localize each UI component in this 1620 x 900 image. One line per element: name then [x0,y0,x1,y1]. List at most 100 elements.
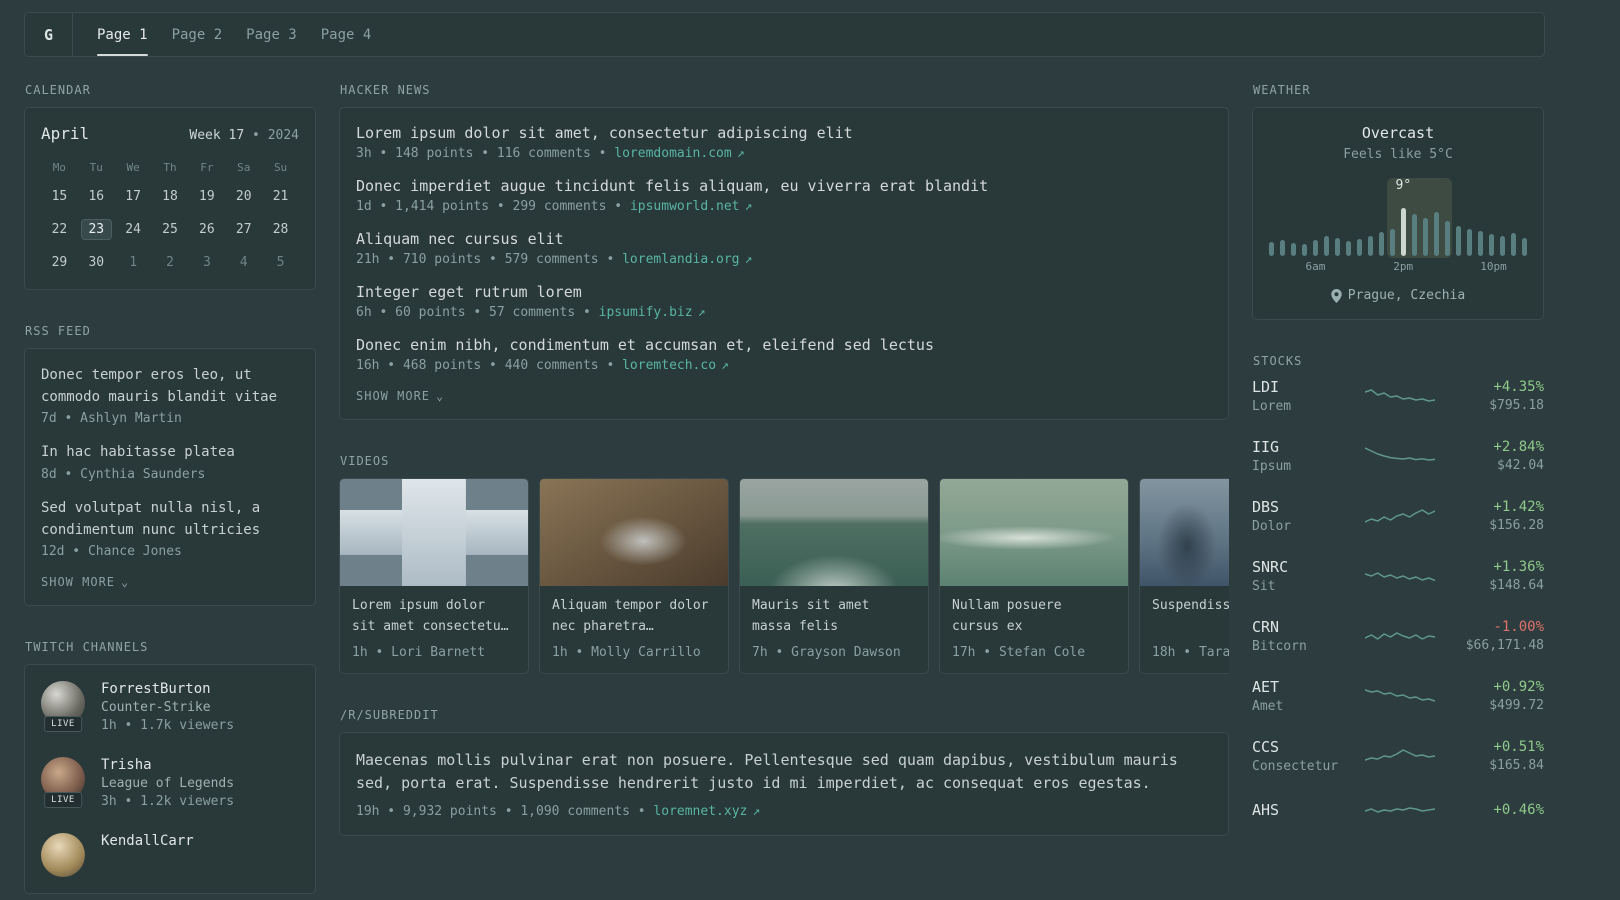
twitch-channel-name: ForrestBurton [101,681,211,698]
hn-item-domain-link[interactable]: loremtech.co [622,358,716,373]
stock-id: AET Amet [1252,678,1352,714]
hn-item-title[interactable]: Donec imperdiet augue tincidunt felis al… [356,177,1212,195]
weather-bar [1335,238,1340,256]
video-title[interactable]: Lorem ipsum dolor sit amet consectetu… [340,586,528,638]
video-card[interactable]: Lorem ipsum dolor sit amet consectetu… 1… [339,478,529,674]
hn-item-domain-link[interactable]: ipsumworld.net [630,199,740,214]
tab-page-4[interactable]: Page 4 [321,13,372,56]
stock-name: Lorem [1252,399,1292,414]
subreddit-post-text[interactable]: Maecenas mollis pulvinar erat non posuer… [356,749,1212,796]
rss-item-headline[interactable]: In hac habitasse platea [41,442,299,464]
stock-symbol: LDI [1252,378,1280,396]
tab-page-2[interactable]: Page 2 [172,13,223,56]
hn-item-domain-link[interactable]: loremdomain.com [614,146,731,161]
calendar-day: 28 [272,222,289,237]
video-title[interactable]: Aliquam tempor dolor nec pharetra… [540,586,728,638]
stock-change: +1.36% [1493,559,1544,575]
stock-sparkline [1352,623,1448,649]
video-title[interactable]: Suspendisse diam [1140,586,1229,638]
twitch-channel[interactable]: LIVE ForrestBurton Counter-Strike 1h • 1… [41,681,299,733]
twitch-channel[interactable]: KendallCarr [41,833,299,878]
video-thumbnail[interactable] [340,479,528,586]
hn-item-title[interactable]: Lorem ipsum dolor sit amet, consectetur … [356,124,1212,142]
rss-item-headline[interactable]: Sed volutpat nulla nisl, a condimentum n… [41,498,299,541]
stock-name: Bitcorn [1252,639,1307,654]
twitch-widget: TWITCH CHANNELS LIVE ForrestBurton Count… [24,640,316,895]
weather-bar-current [1401,208,1406,256]
app-logo[interactable]: G [25,13,73,56]
stock-price: $66,171.48 [1465,638,1544,653]
hn-item-title[interactable]: Integer eget rutrum lorem [356,283,1212,301]
video-thumbnail[interactable] [1140,479,1229,586]
calendar-month: April [41,124,90,143]
weather-bar [1456,226,1461,256]
weather-bar [1313,240,1318,256]
subreddit-post: Maecenas mollis pulvinar erat non posuer… [356,749,1212,819]
video-card[interactable]: Aliquam tempor dolor nec pharetra… 1h • … [539,478,729,674]
calendar-widget: CALENDAR April Week 17 • 2024 Mo Tu We T… [24,83,316,290]
hn-item-domain-link[interactable]: loremlandia.org [622,252,739,267]
stock-symbol: AET [1252,678,1280,696]
rss-item-headline[interactable]: Donec tempor eros leo, ut commodo mauris… [41,365,299,408]
twitch-channel-game: Counter-Strike [101,700,211,716]
stock-symbol: DBS [1252,498,1280,516]
stocks-widget-title: STOCKS [1253,354,1303,368]
weather-bar [1522,238,1527,256]
calendar-day: 16 [88,189,105,204]
hn-item-title[interactable]: Aliquam nec cursus elit [356,230,1212,248]
stock-name: Ipsum [1252,459,1292,474]
video-thumbnail[interactable] [740,479,928,586]
tab-page-1[interactable]: Page 1 [97,13,148,56]
stock-name: Sit [1252,579,1276,594]
video-card[interactable]: Nullam posuere cursus ex 17h • Stefan Co… [939,478,1129,674]
external-link-icon: ↗ [721,358,729,373]
dashboard-columns: CALENDAR April Week 17 • 2024 Mo Tu We T… [24,83,1545,900]
hackernews-widget-title: HACKER NEWS [340,83,431,97]
weather-bar [1291,243,1296,256]
hn-item-meta-text: 6h • 60 points • 57 comments • [356,305,591,320]
video-title[interactable]: Mauris sit amet massa felis [740,586,928,638]
weather-feels-like: Feels like 5°C [1343,147,1453,162]
calendar-day: 18 [162,189,178,204]
rss-item: Sed volutpat nulla nisl, a condimentum n… [41,498,299,559]
hn-show-more-button[interactable]: SHOW MORE ⌄ [356,389,1212,403]
calendar-day-selected: 23 [80,219,112,240]
stock-values: +0.46% [1448,802,1544,821]
calendar-day: 24 [125,222,141,237]
middle-column: HACKER NEWS Lorem ipsum dolor sit amet, … [339,83,1229,900]
twitch-channel[interactable]: LIVE Trisha League of Legends 3h • 1.2k … [41,757,299,809]
calendar-week-year: Week 17 • 2024 [189,128,299,143]
weather-time-label: 2pm [1393,260,1414,273]
weather-bar [1357,239,1362,256]
video-meta: 17h • Stefan Cole [952,645,1086,660]
video-card[interactable]: Mauris sit amet massa felis 7h • Grayson… [739,478,929,674]
hn-item-domain-link[interactable]: ipsumify.biz [599,305,693,320]
chevron-down-icon: ⌄ [436,389,445,403]
hn-item-title[interactable]: Donec enim nibh, condimentum et accumsan… [356,336,1212,354]
calendar-day: 21 [272,189,289,204]
avatar [41,833,85,878]
video-thumbnail[interactable] [540,479,728,586]
video-title[interactable]: Nullam posuere cursus ex [940,586,1128,638]
twitch-card: LIVE ForrestBurton Counter-Strike 1h • 1… [24,664,316,895]
stock-row: DBS Dolor +1.42% $156.28 [1252,498,1544,534]
video-thumbnail[interactable] [940,479,1128,586]
weather-bar [1390,229,1395,256]
calendar-widget-title: CALENDAR [25,83,91,97]
subreddit-domain-link[interactable]: loremnet.xyz [653,804,747,819]
stock-change: +1.42% [1493,499,1544,515]
stock-row: CCS Consectetur +0.51% $165.84 [1252,738,1544,774]
video-meta: 1h • Molly Carrillo [552,645,701,660]
video-card[interactable]: Suspendisse diam 18h • Tara [1139,478,1229,674]
rss-show-more-button[interactable]: SHOW MORE ⌄ [41,575,299,589]
hackernews-widget: HACKER NEWS Lorem ipsum dolor sit amet, … [339,83,1229,420]
calendar-card: April Week 17 • 2024 Mo Tu We Th Fr Sa S… [24,107,316,290]
weather-bar [1445,221,1450,256]
stock-id: IIG Ipsum [1252,438,1352,474]
twitch-channel-info: Trisha League of Legends 3h • 1.2k viewe… [101,757,234,809]
tab-page-3[interactable]: Page 3 [246,13,297,56]
weather-time-label: 10pm [1480,260,1507,273]
external-link-icon: ↗ [736,146,745,161]
twitch-channel-meta: 1h • 1.7k viewers [101,718,235,734]
stock-values: +2.84% $42.04 [1448,439,1544,473]
